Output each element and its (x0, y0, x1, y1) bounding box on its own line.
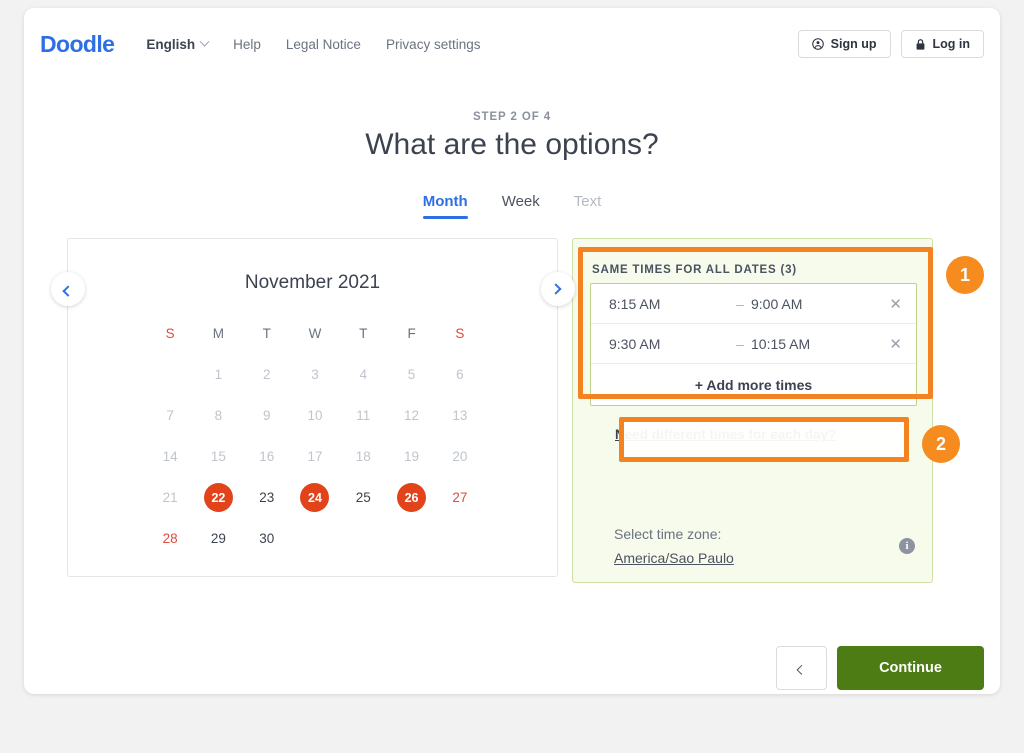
top-header: Doodle English Help Legal Notice Privacy… (24, 8, 1000, 80)
calendar-day[interactable]: 29 (194, 524, 242, 553)
nav-item-legal-notice[interactable]: Legal Notice (286, 37, 361, 52)
user-icon (812, 38, 824, 50)
time-end-field[interactable]: 9:00 AM (751, 296, 802, 312)
time-slot-row[interactable]: 8:15 AM – 9:00 AM ✕ (591, 284, 916, 324)
doodle-logo[interactable]: Doodle (40, 31, 114, 58)
calendar-day[interactable]: 12 (387, 401, 435, 430)
weekday-header: S (436, 319, 484, 348)
header-actions: Sign up Log in (798, 30, 984, 58)
weekday-header: T (339, 319, 387, 348)
remove-time-icon[interactable]: ✕ (889, 335, 902, 353)
time-range-dash: – (729, 296, 751, 312)
calendar-day (436, 524, 484, 553)
page-title: What are the options? (24, 128, 1000, 162)
calendar-day[interactable]: 14 (146, 442, 194, 471)
calendar-day[interactable]: 7 (146, 401, 194, 430)
calendar-day[interactable]: 11 (339, 401, 387, 430)
annotation-badge-2: 2 (922, 425, 960, 463)
time-slot-row[interactable]: 9:30 AM – 10:15 AM ✕ (591, 324, 916, 364)
calendar-day-selected[interactable]: 24 (291, 483, 339, 512)
info-icon[interactable]: i (899, 538, 915, 554)
step-indicator: STEP 2 OF 4 (24, 111, 1000, 123)
calendar-day[interactable]: 15 (194, 442, 242, 471)
app-card: Doodle English Help Legal Notice Privacy… (24, 8, 1000, 694)
calendar-card: November 2021 S M T W T F S 1 2 3 4 5 6 … (67, 238, 558, 577)
calendar-day (291, 524, 339, 553)
calendar-day-selected[interactable]: 26 (387, 483, 435, 512)
nav-language-label: English (146, 37, 195, 52)
sign-up-button[interactable]: Sign up (798, 30, 891, 58)
calendar-day[interactable]: 23 (243, 483, 291, 512)
calendar-grid: S M T W T F S 1 2 3 4 5 6 7 8 9 10 11 12… (146, 319, 484, 553)
nav-item-help[interactable]: Help (233, 37, 261, 52)
time-start-field[interactable]: 9:30 AM (609, 336, 729, 352)
calendar-day[interactable]: 9 (243, 401, 291, 430)
options-panel-heading: SAME TIMES FOR ALL DATES (3) (592, 264, 797, 276)
tab-month[interactable]: Month (423, 193, 468, 219)
calendar-day[interactable]: 19 (387, 442, 435, 471)
view-tabs: Month Week Text (24, 193, 1000, 219)
tab-text[interactable]: Text (574, 193, 602, 219)
calendar-day[interactable]: 28 (146, 524, 194, 553)
next-month-button[interactable] (541, 272, 575, 306)
nav-item-privacy-settings[interactable]: Privacy settings (386, 37, 481, 52)
nav-language-selector[interactable]: English (146, 37, 208, 52)
weekday-header: F (387, 319, 435, 348)
previous-month-button[interactable] (51, 272, 85, 306)
sign-up-label: Sign up (831, 37, 877, 51)
calendar-day-selected[interactable]: 22 (194, 483, 242, 512)
calendar-day-label: 22 (204, 483, 233, 512)
weekday-header: W (291, 319, 339, 348)
calendar-day (146, 360, 194, 389)
calendar-month-title: November 2021 (68, 272, 557, 294)
lock-icon (915, 38, 926, 51)
chevron-down-icon (200, 36, 210, 46)
remove-time-icon[interactable]: ✕ (889, 295, 902, 313)
timezone-value-link[interactable]: America/Sao Paulo (614, 550, 734, 566)
calendar-day-label: 26 (397, 483, 426, 512)
different-times-link[interactable]: Need different times for each day? (615, 427, 836, 442)
continue-button[interactable]: Continue (837, 646, 984, 690)
options-panel: SAME TIMES FOR ALL DATES (3) 8:15 AM – 9… (572, 238, 933, 583)
back-button[interactable] (776, 646, 827, 690)
calendar-day[interactable]: 6 (436, 360, 484, 389)
times-list: 8:15 AM – 9:00 AM ✕ 9:30 AM – 10:15 AM ✕… (590, 283, 917, 406)
calendar-day[interactable]: 20 (436, 442, 484, 471)
time-end-field[interactable]: 10:15 AM (751, 336, 810, 352)
calendar-day[interactable]: 30 (243, 524, 291, 553)
calendar-day[interactable]: 3 (291, 360, 339, 389)
chevron-left-icon (797, 664, 807, 674)
calendar-day[interactable]: 21 (146, 483, 194, 512)
calendar-day[interactable]: 10 (291, 401, 339, 430)
calendar-day[interactable]: 2 (243, 360, 291, 389)
add-more-times-button[interactable]: + Add more times (591, 364, 916, 405)
log-in-button[interactable]: Log in (901, 30, 985, 58)
weekday-header: S (146, 319, 194, 348)
calendar-day[interactable]: 5 (387, 360, 435, 389)
tab-week[interactable]: Week (502, 193, 540, 219)
annotation-badge-1: 1 (946, 256, 984, 294)
chevron-right-icon (550, 283, 561, 294)
time-range-dash: – (729, 336, 751, 352)
calendar-day[interactable]: 27 (436, 483, 484, 512)
header-nav: English Help Legal Notice Privacy settin… (146, 37, 480, 52)
calendar-day (339, 524, 387, 553)
weekday-header: M (194, 319, 242, 348)
calendar-day[interactable]: 25 (339, 483, 387, 512)
weekday-header: T (243, 319, 291, 348)
calendar-day[interactable]: 1 (194, 360, 242, 389)
log-in-label: Log in (933, 37, 971, 51)
calendar-day[interactable]: 13 (436, 401, 484, 430)
timezone-label: Select time zone: (614, 526, 721, 542)
calendar-day[interactable]: 8 (194, 401, 242, 430)
calendar-day[interactable]: 16 (243, 442, 291, 471)
calendar-day[interactable]: 18 (339, 442, 387, 471)
calendar-day[interactable]: 4 (339, 360, 387, 389)
calendar-day (387, 524, 435, 553)
chevron-left-icon (62, 285, 73, 296)
calendar-day-label: 24 (300, 483, 329, 512)
calendar-day[interactable]: 17 (291, 442, 339, 471)
time-start-field[interactable]: 8:15 AM (609, 296, 729, 312)
